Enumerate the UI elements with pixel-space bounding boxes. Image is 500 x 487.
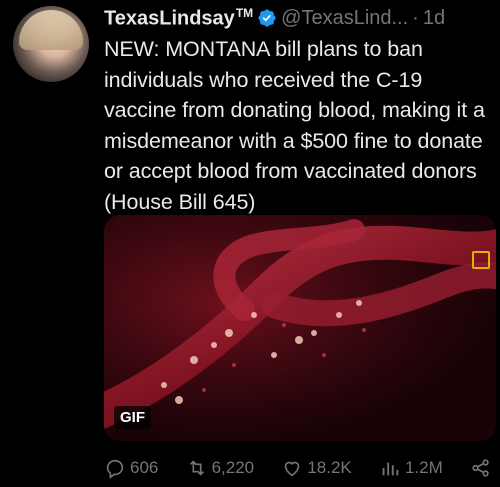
retweet-count: 6,220 [211, 458, 255, 477]
heart-icon [285, 461, 300, 477]
retweet-icon [189, 460, 204, 476]
tweet-media-gif[interactable]: GIF [104, 215, 496, 441]
tweet-header: TexasLindsayTM @TexasLind... · 1d [104, 6, 488, 30]
timestamp[interactable]: 1d [423, 7, 445, 30]
tweet-actions-bar: 606 6,220 18.2K 1.2M [104, 455, 492, 481]
avatar[interactable] [13, 6, 89, 82]
retweet-button[interactable]: 6,220 [186, 457, 255, 479]
like-button[interactable]: 18.2K [281, 457, 352, 479]
bookmark-corner-icon [472, 251, 490, 269]
share-button[interactable] [470, 457, 492, 479]
trademark-suffix: TM [235, 5, 254, 20]
display-name[interactable]: TexasLindsayTM [104, 6, 253, 31]
reply-button[interactable]: 606 [104, 457, 158, 479]
verified-badge-icon [258, 9, 276, 27]
share-icon [472, 459, 489, 477]
views-chart-icon [382, 462, 399, 476]
separator-dot: · [412, 6, 419, 29]
like-count: 18.2K [307, 458, 352, 477]
avatar-hair [19, 10, 83, 50]
reply-icon [106, 459, 124, 479]
tweet-text: NEW: MONTANA bill plans to ban individua… [104, 37, 485, 214]
user-handle[interactable]: @TexasLind... [281, 7, 408, 30]
gif-badge: GIF [114, 406, 151, 429]
blood-vessel-illustration [104, 215, 496, 441]
reply-count: 606 [130, 458, 159, 477]
views-count: 1.2M [404, 458, 443, 477]
views-button[interactable]: 1.2M [379, 457, 443, 479]
display-name-text: TexasLindsay [104, 7, 235, 30]
